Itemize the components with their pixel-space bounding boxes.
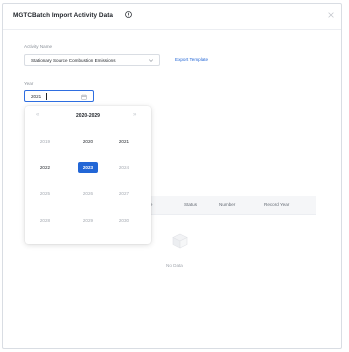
- year-cell[interactable]: 2027: [114, 188, 134, 199]
- year-cell[interactable]: 2028: [35, 215, 55, 226]
- column-header-status: Status: [184, 202, 198, 207]
- year-picker-header: « 2020-2029 »: [25, 106, 151, 126]
- column-header-number: Number: [219, 202, 236, 207]
- year-cell[interactable]: 2025: [35, 188, 55, 199]
- year-cell-selected[interactable]: 2023: [78, 162, 98, 173]
- year-cell[interactable]: 2019: [35, 136, 55, 147]
- next-decade-button[interactable]: »: [133, 112, 136, 118]
- activity-name-value: Stationary Source Combustion Emissions: [31, 58, 116, 63]
- year-cell[interactable]: 2026: [78, 188, 98, 199]
- year-cell[interactable]: 2020: [78, 136, 98, 147]
- activity-name-label: Activity Name: [24, 44, 53, 49]
- calendar-icon: [81, 94, 87, 100]
- year-cell[interactable]: 2029: [78, 215, 98, 226]
- year-input[interactable]: 2021: [24, 90, 94, 102]
- year-cell[interactable]: 2021: [114, 136, 134, 147]
- year-value: 2021: [31, 94, 42, 99]
- empty-box-icon: [172, 233, 188, 249]
- year-cell[interactable]: 2022: [35, 162, 55, 173]
- year-cell[interactable]: 2024: [114, 162, 134, 173]
- dialog-title: MGTCBatch Import Activity Data: [13, 12, 113, 19]
- year-label: Year: [24, 81, 34, 86]
- year-cell[interactable]: 2030: [114, 215, 134, 226]
- dialog-header: MGTCBatch Import Activity Data: [3, 4, 341, 30]
- text-caret: [46, 93, 47, 100]
- chevron-down-icon: [148, 59, 154, 62]
- table-header: me Status Number Record Year: [146, 196, 316, 215]
- empty-state-text: No Data: [166, 263, 183, 268]
- export-template-link[interactable]: Export Template: [175, 57, 208, 62]
- close-icon[interactable]: [327, 11, 335, 19]
- year-picker-panel: « 2020-2029 » 2019 2020 2021 2022 2023 2024 20…: [25, 106, 151, 244]
- activity-name-select[interactable]: Stationary Source Combustion Emissions: [24, 54, 160, 66]
- info-icon[interactable]: [125, 11, 132, 18]
- column-header-record-year: Record Year: [264, 202, 290, 207]
